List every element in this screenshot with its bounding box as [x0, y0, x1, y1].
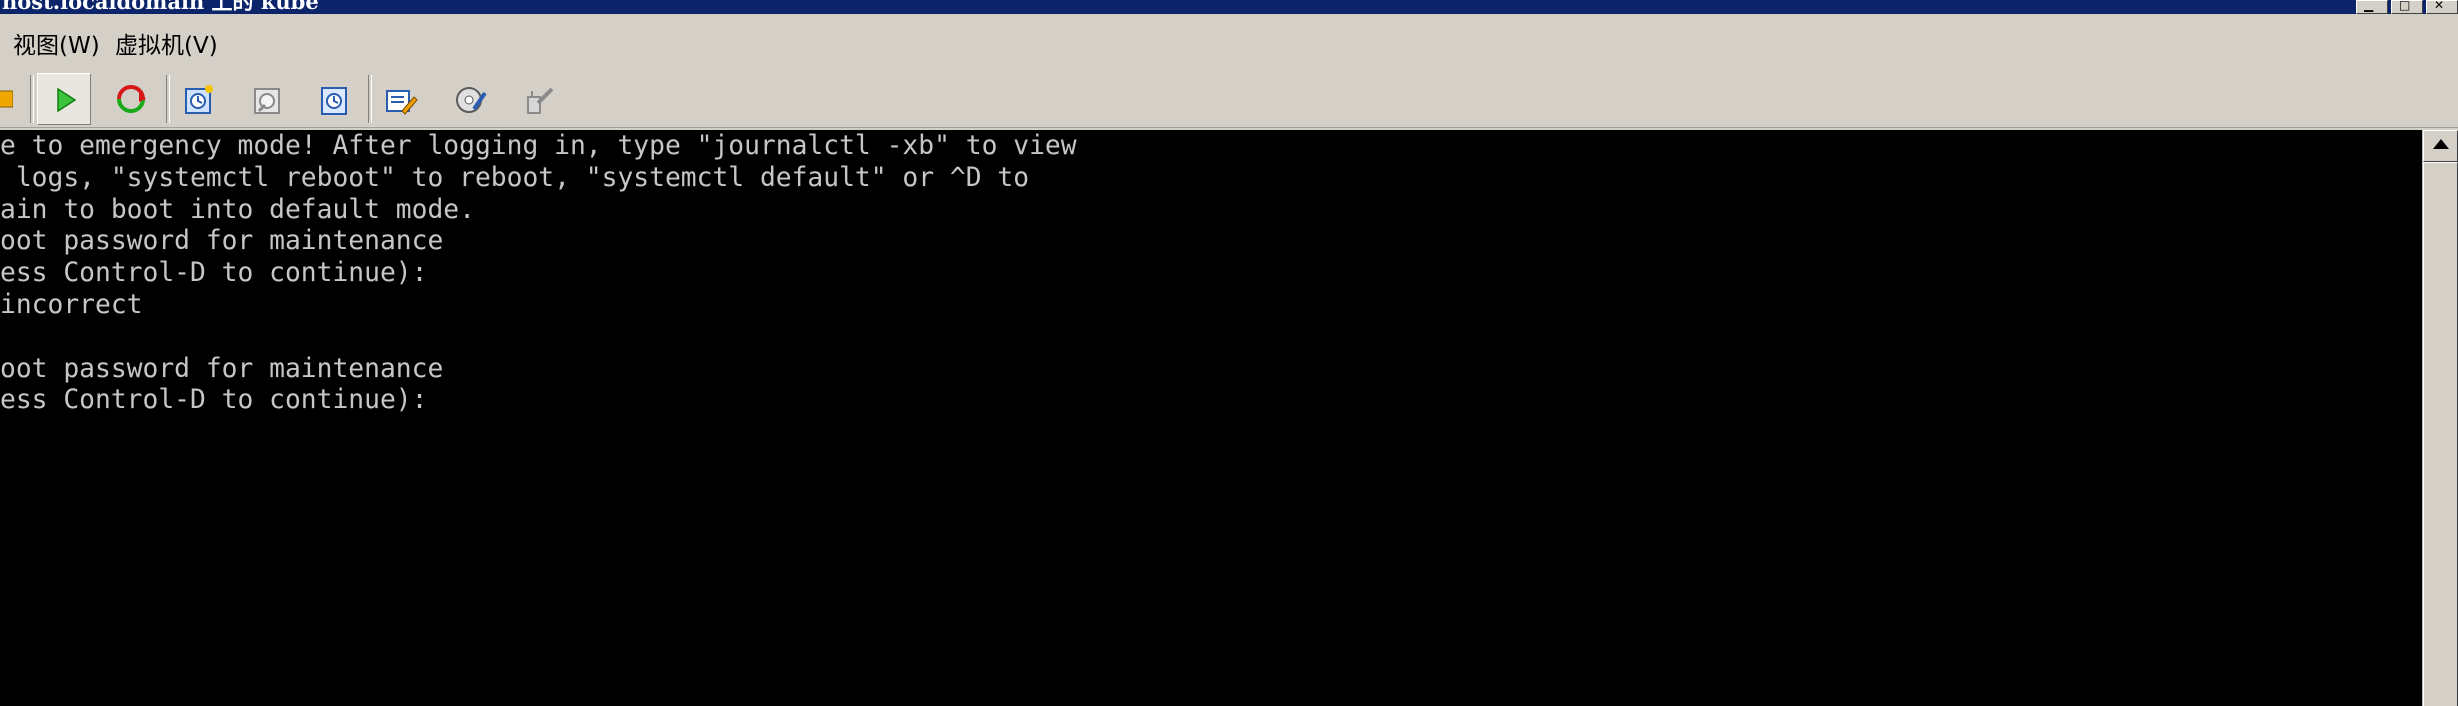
menu-bar: 视图(W) 虚拟机(V) — [0, 14, 2458, 69]
revert-snapshot-button[interactable] — [240, 73, 294, 125]
manage-snapshots-button[interactable] — [307, 73, 361, 125]
arrow-up-icon — [2433, 139, 2449, 149]
disconnect-device-icon — [527, 87, 554, 114]
scroll-up-button[interactable] — [2423, 130, 2458, 162]
disconnect-device-button[interactable] — [511, 73, 565, 125]
scroll-thumb[interactable] — [2423, 162, 2458, 706]
reset-icon — [117, 85, 146, 113]
vertical-scrollbar[interactable] — [2422, 130, 2458, 706]
toolbar — [0, 69, 2458, 128]
toolbar-separator — [166, 75, 170, 123]
snapshot-icon — [185, 85, 213, 114]
minimize-button[interactable]: ▁ — [2356, 0, 2388, 14]
menu-view[interactable]: 视图(W) — [13, 26, 100, 60]
toolbar-separator — [30, 75, 34, 123]
reset-button[interactable] — [104, 73, 158, 125]
title-bar: host.localdomain 上的 kube ▁ □ ✕ — [0, 0, 2458, 14]
power-on-button[interactable] — [37, 73, 91, 125]
maximize-icon: □ — [2399, 0, 2411, 12]
edit-settings-icon — [386, 90, 418, 115]
manage-snapshots-icon — [321, 87, 347, 115]
snapshot-button[interactable] — [171, 73, 225, 125]
close-button[interactable]: ✕ — [2426, 0, 2458, 14]
console-output: e to emergency mode! After logging in, t… — [0, 131, 1077, 416]
connect-device-button[interactable] — [443, 73, 497, 125]
close-icon: ✕ — [2434, 0, 2445, 12]
toolbar-separator — [368, 75, 372, 123]
maximize-button[interactable]: □ — [2391, 0, 2423, 14]
vm-console[interactable]: e to emergency mode! After logging in, t… — [0, 130, 2422, 706]
window-title: host.localdomain 上的 kube — [2, 0, 319, 14]
stop-icon — [0, 90, 13, 108]
window-controls: ▁ □ ✕ — [2353, 0, 2458, 14]
edit-settings-button[interactable] — [373, 73, 427, 125]
menu-vm[interactable]: 虚拟机(V) — [115, 26, 218, 60]
stop-button[interactable] — [0, 73, 24, 125]
minimize-icon: ▁ — [2364, 0, 2374, 12]
power-on-icon — [57, 87, 77, 113]
revert-snapshot-icon — [254, 88, 280, 114]
connect-device-icon — [456, 87, 487, 113]
